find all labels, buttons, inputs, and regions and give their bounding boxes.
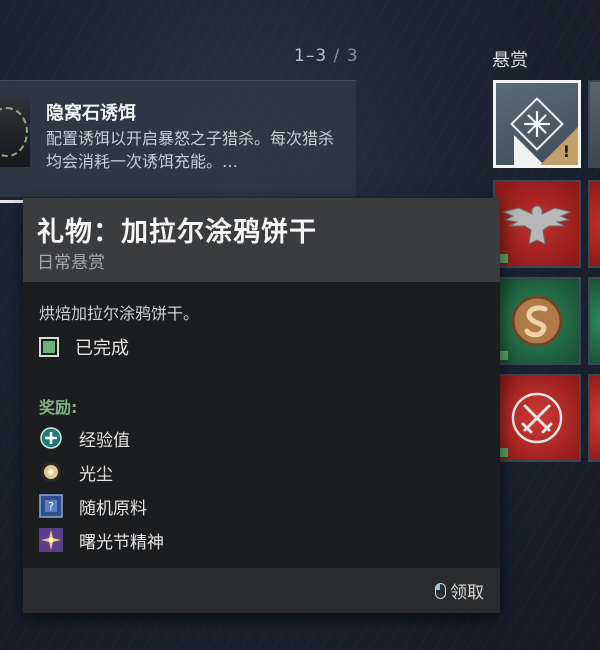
page-separator: / <box>327 46 347 66</box>
rewards-label: 奖励: <box>39 398 78 417</box>
reward-item: ? 随机原料 <box>39 492 147 520</box>
objective-label: 已完成 <box>75 338 129 359</box>
svg-text:?: ? <box>48 500 54 513</box>
objective-row: 已完成 <box>39 334 129 360</box>
glimmer-dust-icon <box>39 460 63 484</box>
page-total: 3 <box>346 46 359 66</box>
tile-serpent-bounty[interactable] <box>493 277 581 365</box>
bounty-tooltip: 礼物：加拉尔涂鸦饼干 日常悬赏 烘焙加拉尔涂鸦饼干。 已完成 奖励: 经验值 光… <box>23 198 500 613</box>
alert-icon: ! <box>562 142 570 161</box>
mouse-left-click-icon <box>435 582 446 599</box>
claim-label: 领取 <box>450 583 484 603</box>
objective-checkbox <box>39 337 59 357</box>
reward-item: 经验值 <box>39 424 130 452</box>
alert-corner <box>540 127 578 165</box>
checkbox-fill <box>43 341 55 353</box>
serpent-coin-icon <box>511 295 563 347</box>
item-description: 配置诱饵以开启暴怒之子猎杀。每次猎杀均会消耗一次诱饵充能。… <box>46 129 335 171</box>
tile-selected-bounty[interactable]: ! <box>493 80 581 168</box>
tooltip-description: 烘焙加拉尔涂鸦饼干。 <box>39 304 200 323</box>
reward-label: 随机原料 <box>79 498 147 519</box>
reward-label: 曙光节精神 <box>79 532 164 553</box>
bait-icon <box>0 107 28 157</box>
tile-partial-2[interactable] <box>588 180 600 268</box>
completed-marker <box>499 254 508 263</box>
dawning-spirit-icon <box>39 528 63 552</box>
page-current: 1–3 <box>294 46 328 66</box>
tile-partial-3[interactable] <box>588 277 600 365</box>
eagle-icon <box>501 205 573 245</box>
tile-crossed-swords-bounty[interactable] <box>493 374 581 462</box>
item-progress-line <box>0 200 24 203</box>
item-card-crypt-stone-bait[interactable]: 隐窝石诱饵 配置诱饵以开启暴怒之子猎杀。每次猎杀均会消耗一次诱饵充能。… <box>0 80 356 197</box>
reward-item: 曙光节精神 <box>39 526 164 554</box>
bounties-header: 悬赏 <box>492 50 528 71</box>
item-thumbnail <box>0 97 30 167</box>
tile-partial-1[interactable] <box>588 80 600 168</box>
completed-marker <box>499 351 508 360</box>
crossed-swords-icon <box>511 392 563 444</box>
reward-label: 经验值 <box>79 430 130 451</box>
tile-partial-4[interactable] <box>588 374 600 462</box>
claim-button[interactable]: 领取 <box>435 578 484 603</box>
completed-marker <box>499 448 508 457</box>
tooltip-subtitle: 日常悬赏 <box>37 253 105 273</box>
page-indicator: 1–3 / 3 <box>294 46 359 66</box>
random-material-icon: ? <box>39 494 63 518</box>
item-title: 隐窝石诱饵 <box>46 103 136 124</box>
reward-item: 光尘 <box>39 458 113 486</box>
tooltip-footer: 领取 <box>23 568 500 613</box>
tooltip-header: 礼物：加拉尔涂鸦饼干 日常悬赏 <box>23 198 500 282</box>
tile-eagle-bounty[interactable] <box>493 180 581 268</box>
tooltip-title: 礼物：加拉尔涂鸦饼干 <box>37 217 317 248</box>
reward-label: 光尘 <box>79 464 113 485</box>
xp-plus-icon <box>39 426 63 450</box>
